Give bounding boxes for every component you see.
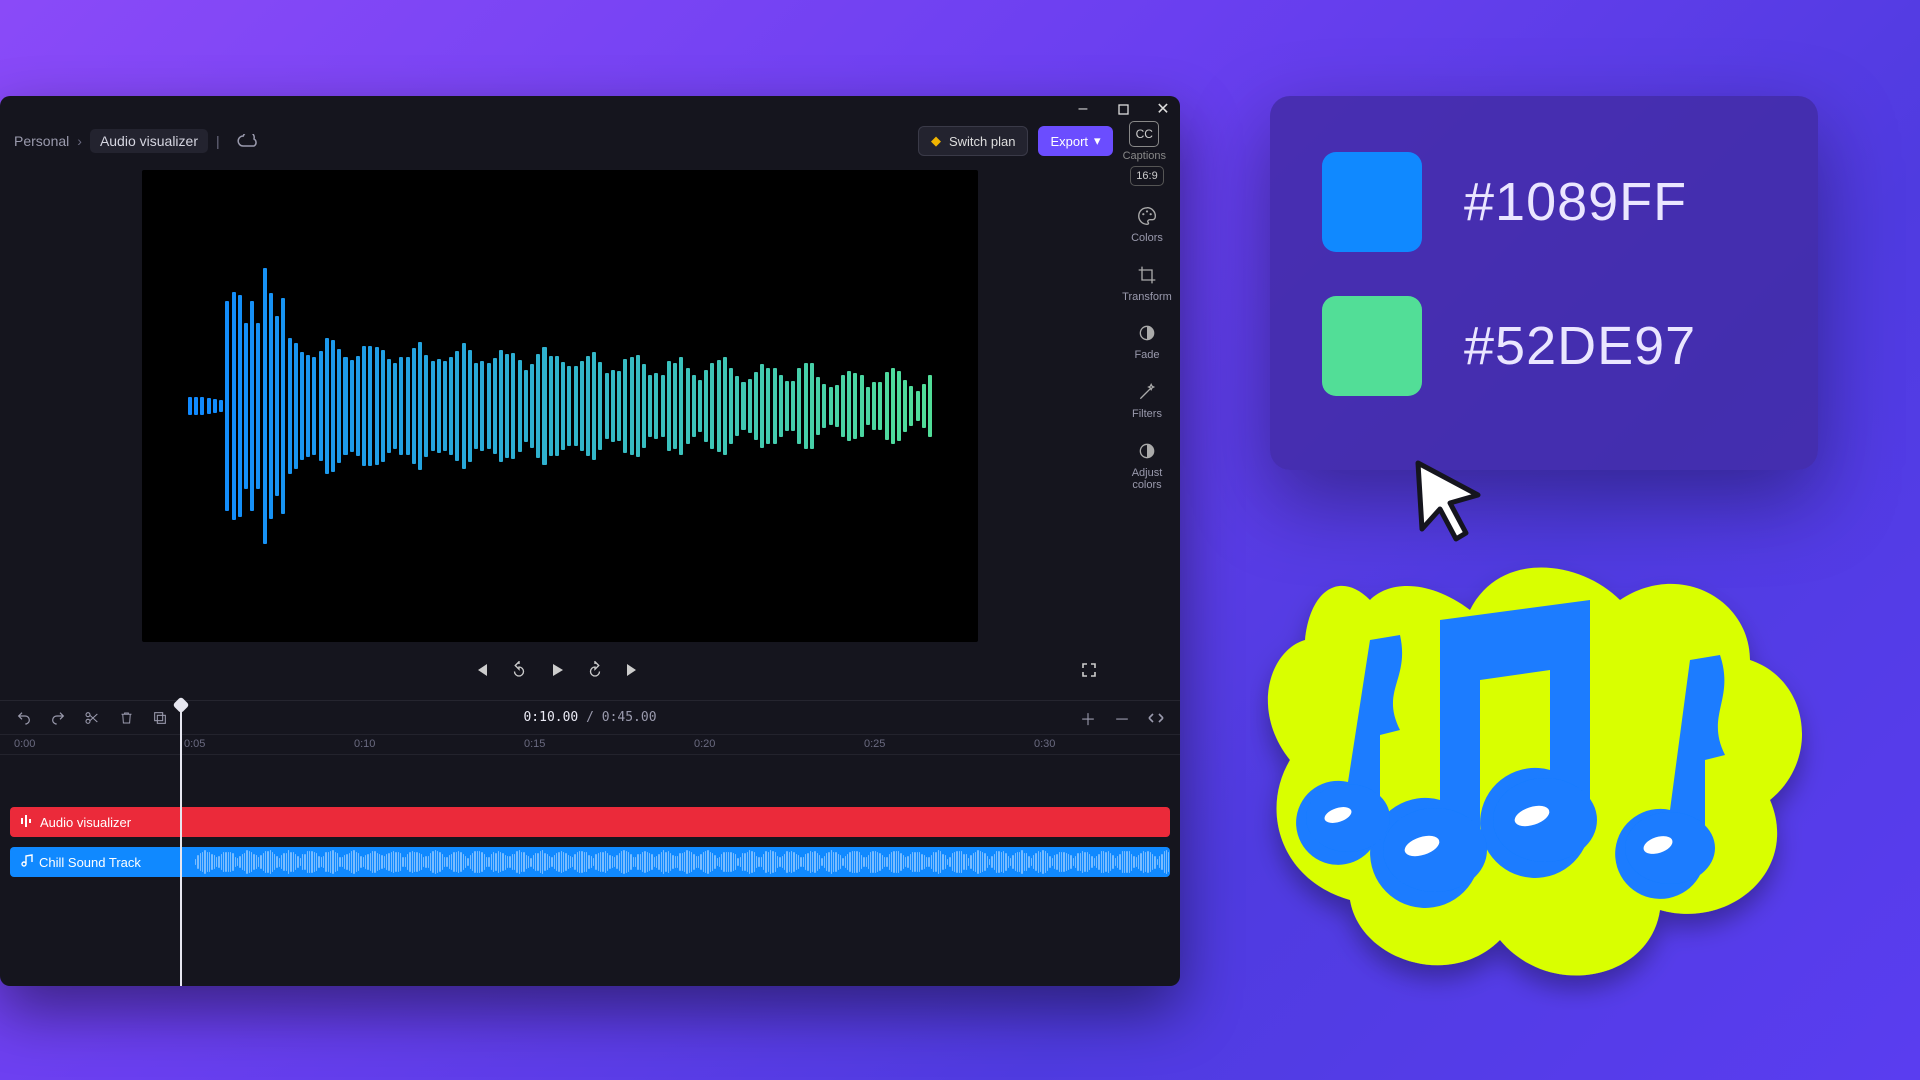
music-note-icon <box>20 854 33 871</box>
breadcrumb-project[interactable]: Audio visualizer <box>90 129 208 153</box>
timeline-ruler[interactable]: 0:00 0:05 0:10 0:15 0:20 0:25 0:30 <box>0 735 1180 755</box>
prop-colors[interactable]: Colors <box>1131 204 1163 245</box>
color-swatch-green[interactable] <box>1322 296 1422 396</box>
video-editor-window: – ✕ Personal › Audio visualizer | ◆ Swit… <box>0 96 1180 986</box>
ruler-tick: 0:30 <box>1034 738 1055 750</box>
close-button[interactable]: ✕ <box>1154 100 1172 118</box>
export-button[interactable]: Export ▾ <box>1038 126 1112 156</box>
timeline-time-display: 0:10.00 / 0:45.00 <box>523 710 656 725</box>
current-time: 0:10.00 <box>523 710 578 725</box>
redo-button[interactable] <box>48 708 68 728</box>
zoom-out-button[interactable]: － <box>1112 708 1132 728</box>
cloud-sync-icon[interactable] <box>236 130 258 152</box>
crop-icon <box>1135 263 1159 287</box>
swatch-row-2: #52DE97 <box>1322 296 1766 396</box>
preview-canvas[interactable] <box>142 170 978 642</box>
ruler-tick: 0:25 <box>864 738 885 750</box>
music-notes-sticker <box>1250 530 1830 1010</box>
ruler-tick: 0:20 <box>694 738 715 750</box>
swatch-row-1: #1089FF <box>1322 152 1766 252</box>
contrast-icon <box>1135 439 1159 463</box>
undo-button[interactable] <box>14 708 34 728</box>
skip-forward-button[interactable] <box>622 659 644 681</box>
ruler-tick: 0:10 <box>354 738 375 750</box>
playback-controls <box>0 650 1114 690</box>
breadcrumb: Personal › Audio visualizer | <box>14 129 258 153</box>
half-circle-icon <box>1135 321 1159 345</box>
split-button[interactable] <box>82 708 102 728</box>
prop-adjust-colors[interactable]: Adjust colors <box>1132 439 1163 492</box>
add-track-button[interactable]: ＋ <box>1078 708 1098 728</box>
color-swatch-blue[interactable] <box>1322 152 1422 252</box>
prop-transform[interactable]: Transform <box>1122 263 1172 304</box>
ruler-tick: 0:15 <box>524 738 545 750</box>
switch-plan-button[interactable]: ◆ Switch plan <box>918 126 1028 156</box>
track-audio-label: Chill Sound Track <box>39 855 141 870</box>
ruler-tick: 0:00 <box>14 738 35 750</box>
total-time: 0:45.00 <box>602 710 657 725</box>
track-visualizer[interactable]: Audio visualizer <box>10 807 1170 837</box>
audio-visualizer-preview <box>188 170 932 642</box>
preview-area <box>0 160 1114 700</box>
aspect-ratio-chip[interactable]: 16:9 <box>1130 166 1163 186</box>
window-titlebar: – ✕ <box>0 96 1180 122</box>
export-label: Export <box>1050 134 1088 149</box>
prop-fade[interactable]: Fade <box>1134 321 1159 362</box>
track-audio[interactable]: Chill Sound Track <box>10 847 1170 877</box>
prop-filters[interactable]: Filters <box>1132 380 1162 421</box>
palette-icon <box>1135 204 1159 228</box>
minimize-button[interactable]: – <box>1074 100 1092 118</box>
maximize-button[interactable] <box>1114 100 1132 118</box>
track-waveform <box>195 847 1170 877</box>
wand-icon <box>1135 380 1159 404</box>
switch-plan-label: Switch plan <box>949 134 1015 149</box>
app-header: Personal › Audio visualizer | ◆ Switch p… <box>0 122 1180 160</box>
divider: | <box>216 133 220 149</box>
properties-sidebar: 16:9 Colors Transform Fade <box>1114 160 1180 700</box>
color-palette-card: #1089FF #52DE97 <box>1270 96 1818 470</box>
chevron-right-icon: › <box>77 133 82 149</box>
diamond-icon: ◆ <box>931 133 941 149</box>
zoom-fit-button[interactable] <box>1146 708 1166 728</box>
duplicate-button[interactable] <box>150 708 170 728</box>
hex-label-2: #52DE97 <box>1464 315 1696 377</box>
breadcrumb-workspace[interactable]: Personal <box>14 133 69 149</box>
forward-button[interactable] <box>584 659 606 681</box>
timeline-tracks: Audio visualizer Chill Sound Track <box>0 755 1180 897</box>
hex-label-1: #1089FF <box>1464 171 1687 233</box>
skip-back-button[interactable] <box>470 659 492 681</box>
visualizer-bars-icon <box>20 814 34 831</box>
track-visualizer-label: Audio visualizer <box>40 815 131 830</box>
fullscreen-button[interactable] <box>1078 659 1100 681</box>
ruler-tick: 0:05 <box>184 738 205 750</box>
play-button[interactable] <box>546 659 568 681</box>
rewind-button[interactable] <box>508 659 530 681</box>
timeline-panel: 0:10.00 / 0:45.00 ＋ － 0:000:050:100:150:… <box>0 700 1180 986</box>
captions-button[interactable]: CC <box>1129 121 1159 147</box>
playhead[interactable] <box>180 701 182 986</box>
delete-button[interactable] <box>116 708 136 728</box>
chevron-down-icon: ▾ <box>1094 133 1101 149</box>
